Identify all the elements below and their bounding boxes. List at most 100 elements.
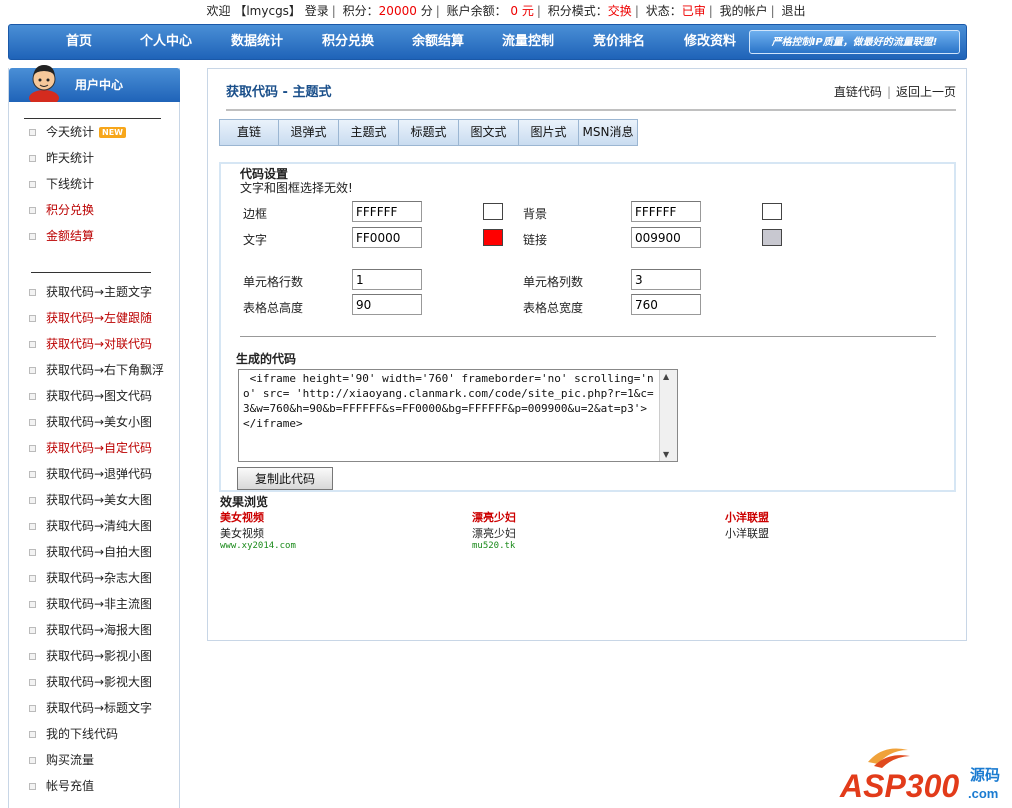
tab-image-text[interactable]: 图文式 (458, 119, 518, 146)
sidebar-item[interactable]: 获取代码→退弹代码 (29, 464, 152, 484)
mode-label: 积分模式： (547, 4, 608, 18)
text-color-input[interactable] (352, 227, 422, 248)
preview-item-title[interactable]: 漂亮少妇 (472, 509, 516, 525)
width-input[interactable] (631, 294, 701, 315)
tab-msn-message[interactable]: MSN消息 (578, 119, 638, 146)
scroll-up-icon[interactable]: ▲ (663, 372, 669, 381)
sidebar-item[interactable]: 今天统计 NEW (29, 122, 126, 142)
sidebar-item[interactable]: 获取代码→对联代码 (29, 334, 152, 354)
copy-code-button[interactable]: 复制此代码 (237, 467, 333, 490)
preview-item-title[interactable]: 美女视频 (220, 509, 296, 525)
sidebar-item-label: 获取代码→图文代码 (46, 389, 153, 403)
nav-balance-settlement[interactable]: 余额结算 (412, 25, 464, 59)
cols-input[interactable] (631, 269, 701, 290)
nav-home[interactable]: 首页 (66, 25, 92, 59)
balance-value: 0 (510, 4, 519, 18)
height-label: 表格总高度 (243, 301, 304, 315)
border-color-input[interactable] (352, 201, 422, 222)
bullet-icon (29, 341, 36, 348)
sidebar-item[interactable]: 获取代码→图文代码 (29, 386, 152, 406)
bullet-icon (29, 393, 36, 400)
rows-input[interactable] (352, 269, 422, 290)
generated-code-textarea[interactable]: <iframe height='90' width='760' framebor… (238, 369, 678, 462)
preview-item-text: 美女视频 (220, 527, 264, 540)
sidebar-item-label: 获取代码→自定代码 (46, 441, 153, 455)
bullet-icon (29, 731, 36, 738)
sidebar-item[interactable]: 购买流量 (29, 750, 94, 770)
sidebar-item[interactable]: 帐号充值 (29, 776, 94, 796)
sidebar-item[interactable]: 获取代码→影视大图 (29, 672, 152, 692)
bullet-icon (29, 497, 36, 504)
sidebar-item[interactable]: 金额结算 (29, 226, 94, 246)
preview-item-url[interactable]: mu520.tk (472, 541, 516, 551)
preview-item-title[interactable]: 小洋联盟 (725, 509, 769, 525)
back-link[interactable]: 返回上一页 (896, 85, 956, 99)
sidebar-item-label: 获取代码→清纯大图 (46, 519, 153, 533)
preview-item[interactable]: 漂亮少妇 漂亮少妇 mu520.tk (472, 509, 516, 551)
sidebar-item[interactable]: 获取代码→清纯大图 (29, 516, 152, 536)
direct-code-link[interactable]: 直链代码 (834, 85, 882, 99)
height-input[interactable] (352, 294, 422, 315)
sidebar-item[interactable]: 获取代码→海报大图 (29, 620, 152, 640)
status-label: 状态： (645, 4, 682, 18)
logout-link[interactable]: 退出 (781, 4, 805, 18)
bg-color-input[interactable] (631, 201, 701, 222)
sidebar-item[interactable]: 获取代码→主题文字 (29, 282, 152, 302)
bullet-icon (29, 523, 36, 530)
sidebar-item-label: 积分兑换 (46, 203, 95, 217)
preview-item[interactable]: 小洋联盟 小洋联盟 (725, 509, 769, 541)
link-color-input[interactable] (631, 227, 701, 248)
preview-item[interactable]: 美女视频 美女视频 www.xy2014.com (220, 509, 296, 551)
bullet-icon (29, 601, 36, 608)
nav-personal-center[interactable]: 个人中心 (140, 25, 192, 59)
balance-label: 账户余额： (446, 4, 507, 18)
sidebar-item-label: 我的下线代码 (46, 727, 119, 741)
border-color-swatch[interactable] (483, 203, 503, 220)
sidebar-item[interactable]: 获取代码→美女小图 (29, 412, 152, 432)
status-value: 已审 (681, 4, 706, 18)
sidebar-item[interactable]: 积分兑换 (29, 200, 94, 220)
sidebar-item[interactable]: 获取代码→美女大图 (29, 490, 152, 510)
code-type-tabs: 直链 退弹式 主题式 标题式 图文式 图片式 MSN消息 (219, 119, 638, 146)
preview-item-text: 小洋联盟 (725, 527, 769, 540)
sidebar-item[interactable]: 获取代码→自定代码 (29, 438, 152, 458)
sidebar-item[interactable]: 下线统计 (29, 174, 94, 194)
top-status-bar: 欢迎 【lmycgs】 登录 | 积分：20000 分 | 账户余额： 0 元 | 积… (206, 4, 806, 18)
tab-theme[interactable]: 主题式 (338, 119, 398, 146)
login-link[interactable]: 登录 (305, 4, 329, 18)
sidebar-item-label: 获取代码→影视小图 (46, 649, 153, 663)
nav-bidding-rank[interactable]: 竞价排名 (593, 25, 645, 59)
sidebar-item[interactable]: 获取代码→影视小图 (29, 646, 152, 666)
code-scrollbar[interactable]: ▲ ▼ (659, 370, 677, 461)
link-color-swatch[interactable] (762, 229, 782, 246)
user-avatar-icon (29, 65, 59, 102)
tab-popunder[interactable]: 退弹式 (278, 119, 338, 146)
bullet-icon (29, 705, 36, 712)
sidebar-item[interactable]: 获取代码→非主流图 (29, 594, 152, 614)
nav-traffic-control[interactable]: 流量控制 (502, 25, 554, 59)
tab-title[interactable]: 标题式 (398, 119, 458, 146)
nav-points-exchange[interactable]: 积分兑换 (322, 25, 374, 59)
preview-item-url[interactable]: www.xy2014.com (220, 541, 296, 551)
bullet-icon (29, 129, 36, 136)
sidebar-item[interactable]: 获取代码→右下角飘浮 (29, 360, 164, 380)
sidebar-item[interactable]: 获取代码→杂志大图 (29, 568, 152, 588)
bullet-icon (29, 653, 36, 660)
nav-edit-profile[interactable]: 修改资料 (684, 25, 736, 59)
nav-statistics[interactable]: 数据统计 (231, 25, 283, 59)
my-account-link[interactable]: 我的帐户 (720, 4, 768, 18)
sidebar-item[interactable]: 昨天统计 (29, 148, 94, 168)
sidebar-item[interactable]: 获取代码→标题文字 (29, 698, 152, 718)
sidebar-divider (31, 272, 151, 273)
text-color-swatch[interactable] (483, 229, 503, 246)
asp300-watermark-logo: ASP300 源码 .com (839, 748, 1000, 802)
sidebar-item[interactable]: 我的下线代码 (29, 724, 118, 744)
bg-color-swatch[interactable] (762, 203, 782, 220)
generated-code-heading: 生成的代码 (236, 352, 297, 366)
sidebar-item[interactable]: 获取代码→左健跟随 (29, 308, 152, 328)
sidebar-item[interactable]: 获取代码→自拍大图 (29, 542, 152, 562)
preview-heading: 效果浏览 (220, 495, 269, 509)
tab-direct[interactable]: 直链 (219, 119, 278, 146)
tab-image[interactable]: 图片式 (518, 119, 578, 146)
scroll-down-icon[interactable]: ▼ (663, 450, 669, 459)
